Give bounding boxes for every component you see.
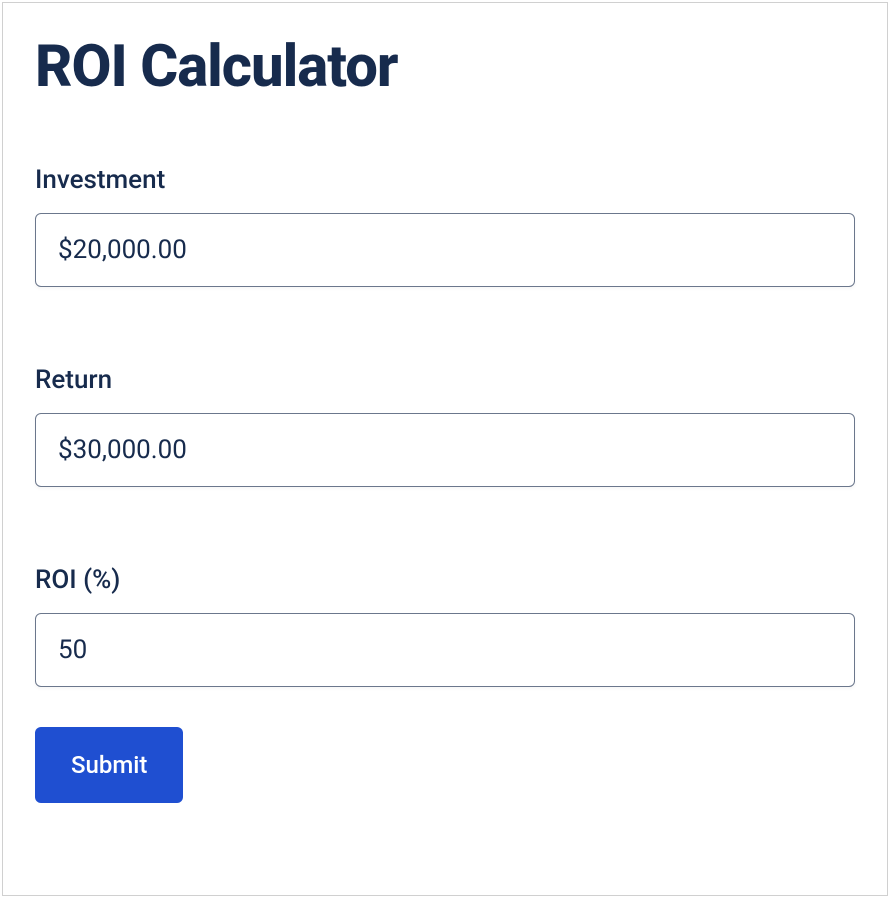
roi-label: ROI (%)	[35, 565, 855, 595]
roi-input[interactable]	[35, 613, 855, 687]
submit-button[interactable]: Submit	[35, 727, 183, 803]
investment-label: Investment	[35, 165, 855, 195]
investment-group: Investment	[35, 165, 855, 287]
page-title: ROI Calculator	[35, 33, 855, 101]
roi-group: ROI (%)	[35, 565, 855, 687]
calculator-container: ROI Calculator Investment Return ROI (%)…	[2, 2, 888, 896]
investment-input[interactable]	[35, 213, 855, 287]
return-label: Return	[35, 365, 855, 395]
return-input[interactable]	[35, 413, 855, 487]
return-group: Return	[35, 365, 855, 487]
